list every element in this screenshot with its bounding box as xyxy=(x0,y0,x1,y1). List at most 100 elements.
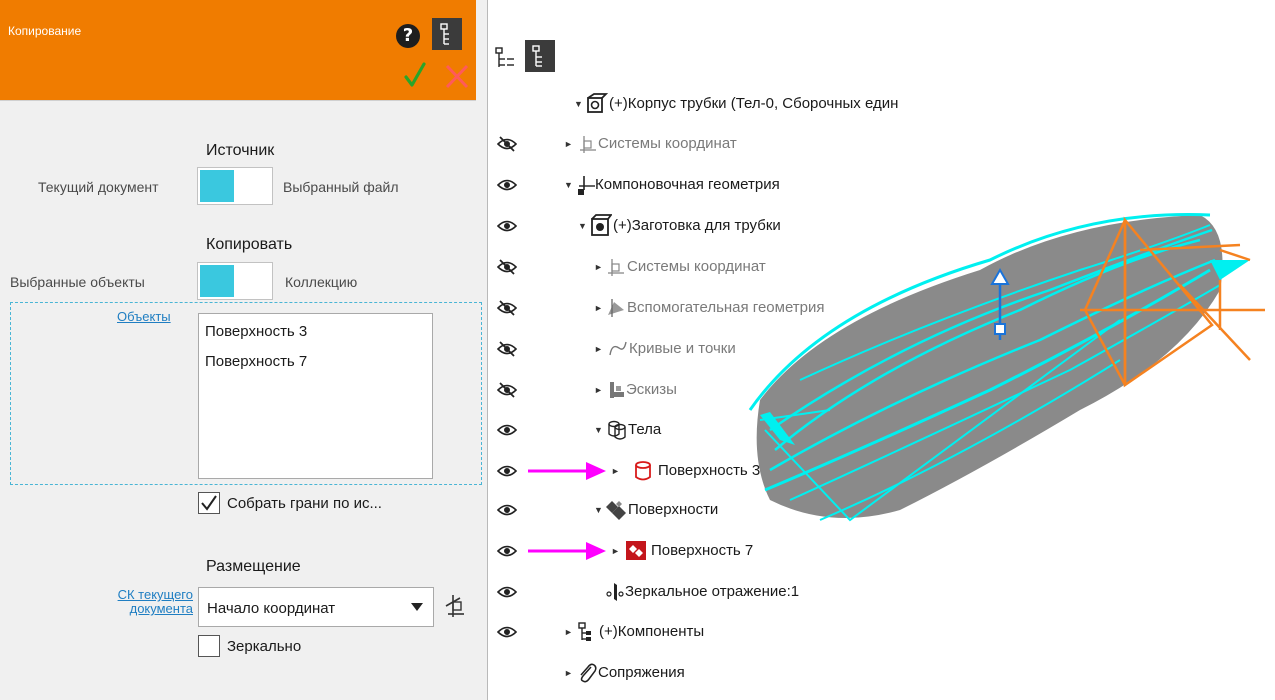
objects-list[interactable]: Поверхность 3 Поверхность 7 xyxy=(198,313,433,479)
expand-icon[interactable]: ► xyxy=(594,262,604,272)
expand-icon[interactable]: ► xyxy=(564,627,574,637)
ok-button[interactable] xyxy=(404,60,426,90)
auxiliary-geometry-icon xyxy=(606,298,626,320)
panel-header: Копирование ? xyxy=(0,0,476,100)
source-selected-file-label: Выбранный файл xyxy=(283,179,399,195)
body-icon xyxy=(633,460,653,482)
curves-icon xyxy=(608,339,628,361)
eye-icon[interactable] xyxy=(496,422,518,438)
eye-hidden-icon[interactable] xyxy=(496,382,518,398)
cs-link-line1: СК текущего xyxy=(117,587,193,602)
tree-node-label: Системы координат xyxy=(598,135,737,152)
tree-node-label: Тела xyxy=(628,421,662,438)
expand-icon[interactable]: ▼ xyxy=(578,221,588,231)
coordinate-system-pick-button[interactable] xyxy=(442,592,468,618)
part-icon xyxy=(590,214,613,236)
tree-node-label: (+)Заготовка для трубки xyxy=(613,217,781,234)
tree-node-label: Поверхность 3 xyxy=(658,462,761,479)
tree-node-label: Сопряжения xyxy=(598,664,685,681)
expand-icon[interactable]: ► xyxy=(594,385,604,395)
copy-selected-objects-label: Выбранные объекты xyxy=(10,274,145,290)
cs-link-line2: документа xyxy=(129,601,193,616)
eye-hidden-icon[interactable] xyxy=(496,136,518,152)
eye-icon[interactable] xyxy=(496,624,518,640)
tree-mode-structure-button[interactable] xyxy=(494,45,518,71)
placement-title: Размещение xyxy=(206,558,301,575)
expand-icon[interactable]: ▼ xyxy=(564,180,574,190)
highlight-arrow xyxy=(528,540,608,562)
cancel-button[interactable] xyxy=(444,62,470,90)
eye-icon[interactable] xyxy=(496,218,518,234)
list-item[interactable]: Поверхность 3 xyxy=(205,324,426,354)
list-item[interactable]: Поверхность 7 xyxy=(205,354,426,384)
sketches-icon xyxy=(607,380,627,402)
expand-icon[interactable]: ▼ xyxy=(574,99,584,109)
collect-faces-label: Собрать грани по ис... xyxy=(227,495,382,512)
assembly-icon xyxy=(586,92,609,114)
copy-panel: Копирование ? Источник Текущий документ … xyxy=(0,0,488,700)
bodies-icon xyxy=(606,419,626,441)
source-title: Источник xyxy=(206,142,275,159)
eye-hidden-icon[interactable] xyxy=(496,259,518,275)
eye-icon[interactable] xyxy=(496,543,518,559)
tree-node-label: Вспомогательная геометрия xyxy=(627,299,825,316)
objects-link[interactable]: Объекты xyxy=(117,310,171,324)
eye-icon[interactable] xyxy=(496,584,518,600)
highlight-arrow xyxy=(528,460,608,482)
cs-current-document-link[interactable]: СК текущего документа xyxy=(92,588,193,616)
coordinate-system-icon xyxy=(445,595,464,617)
tree-node-label: (+)Компоненты xyxy=(599,623,705,640)
expand-icon[interactable]: ▼ xyxy=(594,505,604,515)
expand-icon[interactable]: ► xyxy=(594,303,604,313)
expand-icon[interactable]: ► xyxy=(564,668,574,678)
tree-structure-icon xyxy=(495,47,514,67)
copy-collection-label: Коллекцию xyxy=(285,274,358,290)
eye-icon[interactable] xyxy=(496,502,518,518)
coordinate-system-value: Начало координат xyxy=(207,600,336,617)
expand-icon[interactable]: ▼ xyxy=(594,425,604,435)
tree-icon xyxy=(532,45,542,67)
coordinate-systems-icon xyxy=(606,257,626,279)
eye-icon[interactable] xyxy=(496,463,518,479)
tree-node-label: (+)Корпус трубки (Тел-0, Сборочных един xyxy=(609,95,899,112)
source-toggle[interactable] xyxy=(197,167,273,205)
eye-icon[interactable] xyxy=(496,177,518,193)
tree-node-label: Компоновочная геометрия xyxy=(595,176,780,193)
collect-faces-checkbox[interactable] xyxy=(198,492,220,514)
mirror-label: Зеркально xyxy=(227,638,302,655)
tree-icon xyxy=(440,23,449,45)
mirror-icon xyxy=(606,581,626,603)
expand-icon[interactable]: ► xyxy=(611,546,621,556)
coordinate-system-select[interactable]: Начало координат xyxy=(198,587,434,627)
tree-node-label: Зеркальное отражение:1 xyxy=(625,583,800,600)
copy-toggle[interactable] xyxy=(197,262,273,300)
tree-node-label: Поверхности xyxy=(628,501,719,518)
panel-title: Копирование xyxy=(8,24,82,38)
tree-view-button[interactable] xyxy=(432,18,462,50)
surface-icon xyxy=(625,539,646,561)
expand-icon[interactable]: ► xyxy=(564,139,574,149)
components-icon xyxy=(577,621,597,643)
eye-hidden-icon[interactable] xyxy=(496,341,518,357)
mirror-checkbox[interactable] xyxy=(198,635,220,657)
help-icon[interactable]: ? xyxy=(396,24,420,48)
3d-model-view[interactable] xyxy=(600,200,1275,540)
expand-icon[interactable]: ► xyxy=(611,466,621,476)
tree-node-label: Системы координат xyxy=(627,258,766,275)
coordinate-systems-icon xyxy=(578,134,598,156)
source-current-document-label: Текущий документ xyxy=(38,179,159,195)
tree-mode-list-button[interactable] xyxy=(525,40,555,72)
surfaces-icon xyxy=(606,499,626,521)
checkmark-icon xyxy=(404,62,426,87)
eye-hidden-icon[interactable] xyxy=(496,300,518,316)
checkmark-icon xyxy=(201,495,217,511)
divider xyxy=(0,100,476,101)
paperclip-icon xyxy=(577,662,597,684)
toggle-knob xyxy=(200,170,234,202)
layout-geometry-icon xyxy=(575,174,595,196)
expand-icon[interactable]: ► xyxy=(594,344,604,354)
tree-node-label: Поверхность 7 xyxy=(651,542,754,559)
chevron-down-icon xyxy=(411,603,423,611)
tree-node-label: Кривые и точки xyxy=(629,340,736,357)
close-icon xyxy=(445,64,469,89)
